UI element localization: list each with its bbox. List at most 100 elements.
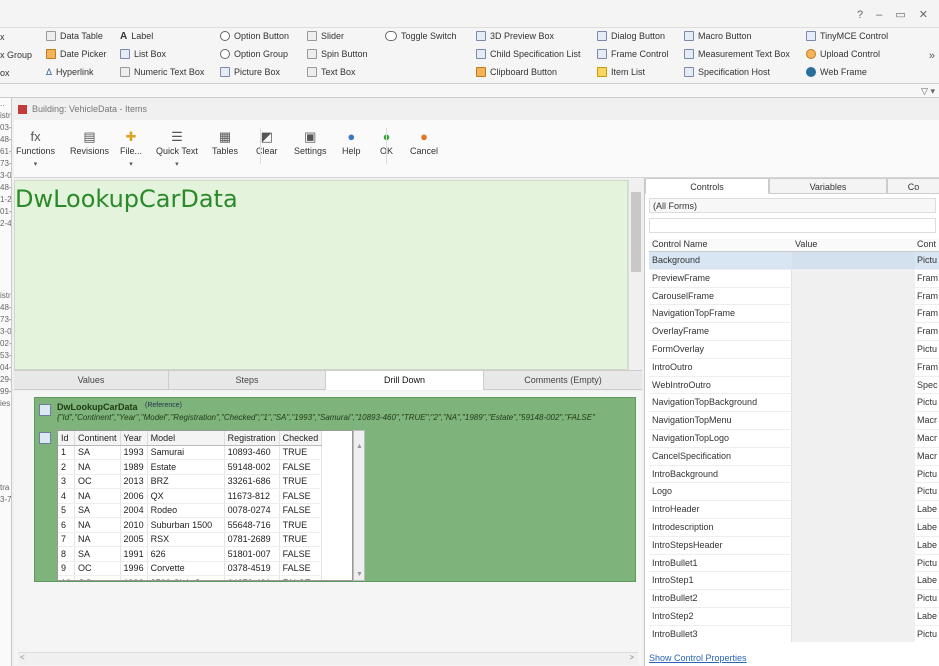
editor-scrollbar[interactable] [628, 180, 642, 370]
column-header[interactable]: Model [147, 431, 225, 446]
control-value[interactable] [791, 340, 915, 358]
controls-row[interactable]: OverlayFrame Fram [649, 323, 939, 341]
ribbon-frame-control[interactable]: Frame Control [597, 49, 669, 59]
column-control-name[interactable]: Control Name [652, 239, 708, 249]
ribbon-slider[interactable]: Slider [307, 31, 344, 41]
toolbar-revisions-button[interactable]: ▤ Revisions [70, 130, 109, 157]
control-value[interactable] [791, 252, 915, 269]
ribbon-spec-host[interactable]: Specification Host [684, 67, 770, 77]
controls-row[interactable]: NavigationTopLogo Macr [649, 429, 939, 448]
controls-row[interactable]: NavigationTopBackground Pictu [649, 394, 939, 413]
controls-row[interactable]: IntroOutro Fram [649, 358, 939, 377]
control-value[interactable] [791, 394, 915, 412]
toolbar-cancel-button[interactable]: ● Cancel [410, 130, 438, 157]
column-value[interactable]: Value [795, 239, 817, 249]
column-header[interactable]: Continent [74, 431, 121, 446]
ribbon-date-picker[interactable]: Date Picker [46, 49, 107, 59]
control-value[interactable] [791, 483, 915, 501]
controls-row[interactable]: CarouselFrame Fram [649, 287, 939, 306]
control-value[interactable] [791, 625, 915, 642]
table-row[interactable]: 9 OC 1996 Corvette 0378-4519 FALSE [58, 561, 323, 576]
column-header[interactable]: Registration [224, 431, 280, 446]
expression-text[interactable]: DwLookupCarData [15, 185, 238, 213]
expression-editor[interactable]: DwLookupCarData [14, 180, 628, 370]
toolbar-functions-button[interactable]: fx Functions ▾ [16, 130, 55, 169]
ribbon-measurement-text-box[interactable]: Measurement Text Box [684, 49, 790, 59]
controls-row[interactable]: IntroBullet1 Pictu [649, 554, 939, 573]
controls-row[interactable]: Logo Pictu [649, 483, 939, 502]
ribbon-option-group[interactable]: Option Group [220, 49, 288, 59]
control-value[interactable] [791, 501, 915, 518]
grid-expand-icon[interactable] [39, 432, 51, 444]
ribbon-cut-item-1[interactable]: x [0, 32, 5, 42]
control-value[interactable] [791, 607, 915, 625]
controls-row[interactable]: NavigationTopFrame Fram [649, 305, 939, 324]
table-row[interactable]: 2 NA 1989 Estate 59148-002 FALSE [58, 459, 323, 475]
table-row[interactable]: 10OC19923500 Club Coupe64679-421FALSE [58, 575, 323, 580]
ribbon-3d-preview[interactable]: 3D Preview Box [476, 31, 554, 41]
table-row[interactable]: 3 OC 2013 BRZ 33261-686 TRUE [58, 474, 323, 489]
tab-truncated[interactable]: Co [887, 178, 939, 194]
column-header[interactable]: Id [58, 431, 76, 446]
control-value[interactable] [791, 447, 915, 465]
toolbar-quick-text-button[interactable]: ☰ Quick Text ▾ [156, 130, 198, 169]
table-row[interactable]: 5 SA 2004 Rodeo 0078-0274 FALSE [58, 503, 323, 518]
controls-row[interactable]: IntroStep1 Labe [649, 572, 939, 591]
show-control-properties-link[interactable]: Show Control Properties [649, 653, 747, 663]
forms-filter-select[interactable]: (All Forms) [649, 198, 936, 213]
control-value[interactable] [791, 465, 915, 483]
tab-comments[interactable]: Comments (Empty) [484, 371, 642, 390]
table-row[interactable]: 4 NA 2006 QX 11673-812 FALSE [58, 488, 323, 504]
control-value[interactable] [791, 554, 915, 572]
tab-steps[interactable]: Steps [169, 371, 326, 390]
controls-row[interactable]: IntroBullet2 Pictu [649, 590, 939, 608]
controls-row[interactable]: PreviewFrame Fram [649, 269, 939, 288]
ribbon-list-box[interactable]: List Box [120, 49, 166, 59]
control-value[interactable] [791, 323, 915, 340]
ribbon-more-icon[interactable]: » [929, 50, 935, 62]
scroll-up-icon[interactable]: ▲ [356, 443, 363, 450]
control-value[interactable] [791, 376, 915, 394]
control-value[interactable] [791, 305, 915, 323]
ribbon-picture-box[interactable]: Picture Box [220, 67, 280, 77]
table-row[interactable]: 6 NA 2010 Suburban 1500 55648-716 TRUE [58, 517, 323, 533]
toolbar-tables-button[interactable]: ▦ Tables [212, 130, 238, 157]
controls-row[interactable]: IntroHeader Labe [649, 501, 939, 519]
controls-row[interactable]: IntroBullet3 Pictu [649, 625, 939, 642]
scroll-left-icon[interactable]: < [20, 653, 25, 662]
horizontal-scrollbar[interactable]: < > [18, 652, 638, 665]
ribbon-option-button[interactable]: Option Button [220, 31, 289, 41]
ribbon-numeric-text-box[interactable]: Numeric Text Box [120, 67, 204, 77]
column-control-type[interactable]: Cont [917, 239, 936, 249]
controls-search-input[interactable] [649, 218, 936, 233]
control-value[interactable] [791, 287, 915, 305]
controls-row[interactable]: WebIntroOutro Spec [649, 376, 939, 395]
column-header[interactable]: Year [120, 431, 148, 446]
controls-row[interactable]: CancelSpecification Macr [649, 447, 939, 466]
table-row[interactable]: 7 NA 2005 RSX 0781-2689 TRUE [58, 532, 323, 547]
tab-variables[interactable]: Variables [769, 178, 887, 194]
chevron-down-icon[interactable]: ▾ [175, 160, 179, 168]
control-value[interactable] [791, 536, 915, 554]
ribbon-text-box[interactable]: Text Box [307, 67, 356, 77]
ribbon-hyperlink[interactable]: Δ Hyperlink [46, 67, 94, 77]
chevron-down-icon[interactable]: ▾ [129, 160, 133, 168]
ribbon-dialog-button[interactable]: Dialog Button [597, 31, 665, 41]
ribbon-clipboard-button[interactable]: Clipboard Button [476, 67, 557, 77]
controls-row[interactable]: Introdescription Labe [649, 518, 939, 537]
ribbon-child-spec-list[interactable]: Child Specification List [476, 49, 581, 59]
tab-controls[interactable]: Controls [645, 178, 769, 194]
control-value[interactable] [791, 429, 915, 447]
scrollbar-thumb[interactable] [631, 192, 641, 272]
tab-values[interactable]: Values [14, 371, 169, 390]
scroll-right-icon[interactable]: > [629, 653, 634, 662]
table-row[interactable]: 8 SA 1991 626 51801-007 FALSE [58, 546, 323, 562]
table-row[interactable]: 1 SA 1993 Samurai 10893-460 TRUE [58, 445, 323, 460]
table-scrollbar[interactable]: ▲ ▼ [353, 430, 365, 581]
control-value[interactable] [791, 269, 915, 287]
column-header[interactable]: Checked [279, 431, 323, 446]
ribbon-label[interactable]: A Label [120, 31, 153, 42]
chevron-down-icon[interactable]: ▾ [34, 160, 38, 168]
controls-row[interactable]: IntroStepsHeader Labe [649, 536, 939, 555]
ribbon-upload-control[interactable]: Upload Control [806, 49, 880, 59]
